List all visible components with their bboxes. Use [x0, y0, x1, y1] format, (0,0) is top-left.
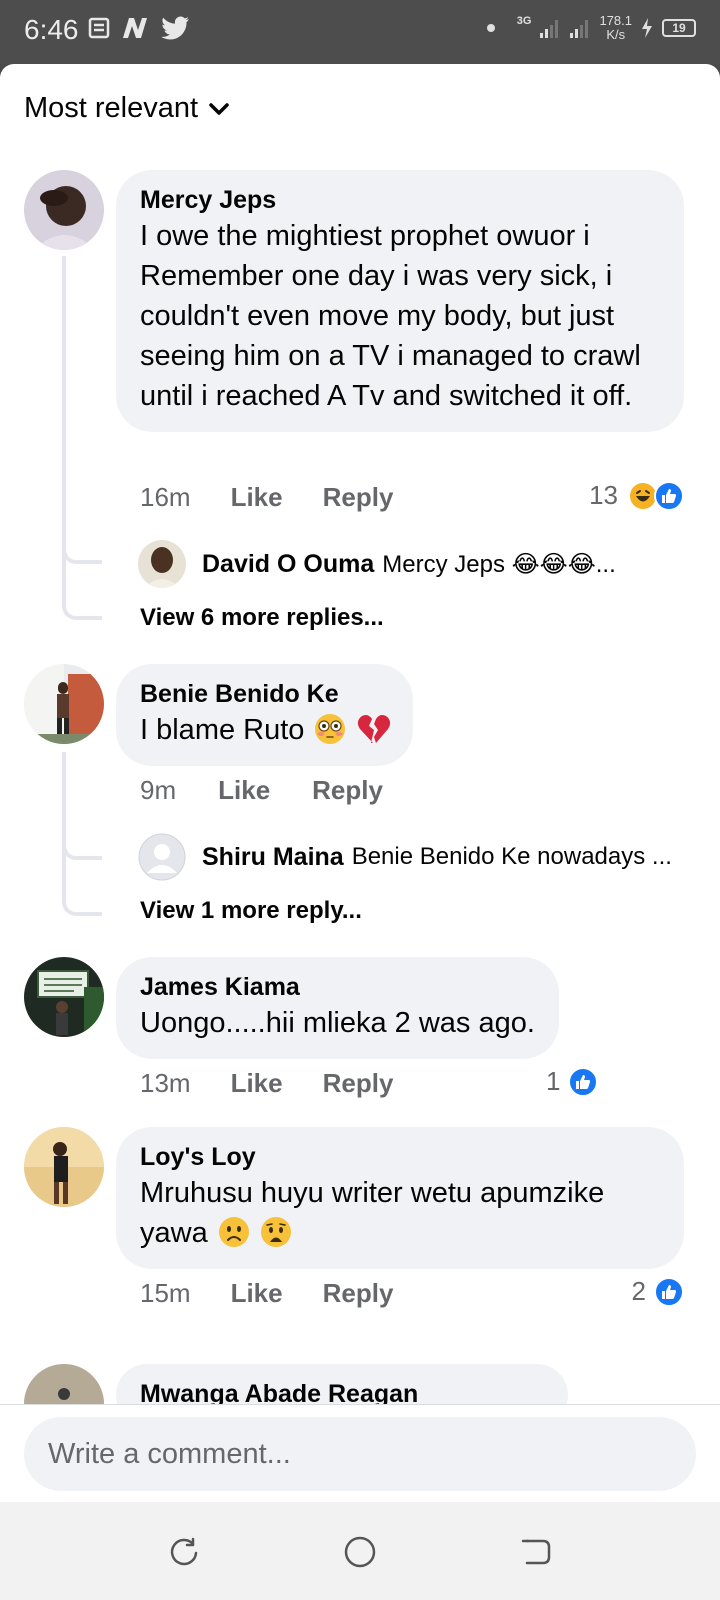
reaction-summary[interactable]: 13 — [589, 480, 684, 511]
reply-button[interactable]: Reply — [323, 1068, 394, 1099]
comment-time[interactable]: 13m — [140, 1068, 191, 1099]
dot-icon — [486, 24, 495, 32]
view-more-replies[interactable]: View 6 more replies... — [140, 604, 384, 632]
avatar[interactable] — [24, 1127, 104, 1207]
reply-author[interactable]: David O Ouma — [202, 550, 374, 579]
avatar[interactable] — [138, 540, 186, 588]
like-button[interactable]: Like — [231, 1278, 283, 1309]
comment-text: I owe the mightiest prophet owuor i Reme… — [140, 220, 641, 412]
avatar[interactable] — [138, 833, 186, 881]
like-button[interactable]: Like — [218, 775, 270, 806]
signal-icon-2 — [570, 20, 589, 38]
system-nav-bar — [0, 1502, 720, 1600]
comment-actions: 15m Like Reply — [140, 1278, 393, 1309]
avatar[interactable] — [24, 170, 104, 250]
avatar[interactable] — [24, 957, 104, 1037]
system-icons: 3G 178.1 K/s 19 — [486, 14, 696, 42]
reply-button[interactable]: Reply — [312, 775, 383, 806]
reaction-count: 13 — [589, 480, 618, 510]
comment-author[interactable]: Benie Benido Ke — [140, 678, 389, 710]
chevron-down-icon — [209, 102, 229, 115]
comments-sheet: Most relevant Mercy Jeps I owe the might… — [0, 64, 720, 1404]
like-button[interactable]: Like — [231, 1068, 283, 1099]
comment-text: Mruhusu huyu writer wetu apumzike yawa — [140, 1177, 605, 1249]
comment-actions: 13m Like Reply — [140, 1068, 393, 1099]
recent-apps-button[interactable] — [164, 1532, 204, 1572]
home-button[interactable] — [340, 1532, 380, 1572]
home-icon — [344, 1536, 376, 1568]
status-bar: 6:46 3G 178.1 K/s 19 — [0, 0, 720, 64]
frowning-face-emoji — [218, 1216, 250, 1248]
comment-text-row: I blame Ruto — [140, 710, 390, 750]
reaction-count: 1 — [546, 1066, 561, 1096]
anguished-face-emoji — [260, 1216, 292, 1248]
like-icon — [654, 480, 684, 511]
comment-time[interactable]: 15m — [140, 1278, 191, 1309]
comment-text: Uongo.....hii mlieka 2 was ago. — [140, 1007, 535, 1039]
reply-button[interactable]: Reply — [323, 482, 394, 513]
flushed-face-emoji — [314, 713, 346, 745]
comment-actions: 16m Like Reply — [140, 482, 393, 513]
back-button[interactable] — [516, 1532, 556, 1572]
reply-preview[interactable]: David O Ouma Mercy Jeps 😂😂😂... — [138, 540, 616, 588]
like-icon — [568, 1066, 599, 1097]
comment-author[interactable]: Mwanga Abade Reagan — [140, 1378, 544, 1404]
comment-bubble: Mwanga Abade Reagan — [116, 1364, 568, 1404]
comment-text: I blame Ruto — [140, 714, 305, 746]
comment-author[interactable]: Loy's Loy — [140, 1141, 660, 1173]
like-button[interactable]: Like — [231, 482, 283, 513]
speed-unit: K/s — [606, 27, 626, 42]
comment-bubble: Mercy Jeps I owe the mightiest prophet o… — [116, 170, 684, 432]
broken-heart-emoji — [357, 713, 390, 745]
view-more-replies[interactable]: View 1 more reply... — [140, 897, 362, 925]
avatar[interactable] — [24, 1364, 104, 1404]
comment-actions: 9m Like Reply — [140, 775, 383, 806]
reaction-summary[interactable]: 2 — [632, 1276, 684, 1307]
speed-value: 178.1 — [599, 13, 632, 28]
reply-preview[interactable]: Shiru Maina Benie Benido Ke nowadays ... — [138, 833, 672, 881]
comment-bubble: James Kiama Uongo.....hii mlieka 2 was a… — [116, 957, 559, 1059]
avatar[interactable] — [24, 664, 104, 744]
comment-bubble: Benie Benido Ke I blame Ruto — [116, 664, 413, 766]
signal-icon — [540, 20, 559, 38]
back-icon — [521, 1539, 551, 1565]
reply-text: Mercy Jeps 😂😂😂... — [382, 550, 616, 578]
recent-apps-icon — [170, 1537, 198, 1566]
reply-author[interactable]: Shiru Maina — [202, 843, 344, 872]
charging-icon — [642, 18, 652, 38]
reply-button[interactable]: Reply — [323, 1278, 394, 1309]
notification-icons — [88, 16, 190, 40]
news-icon — [88, 17, 110, 39]
comment-time[interactable]: 16m — [140, 482, 191, 513]
comment-author[interactable]: James Kiama — [140, 971, 535, 1003]
comment-composer — [0, 1404, 720, 1502]
reaction-count: 2 — [631, 1276, 646, 1306]
sort-dropdown[interactable]: Most relevant — [24, 92, 230, 125]
thread-line — [62, 256, 102, 620]
comment-input[interactable] — [24, 1417, 696, 1491]
battery-icon: 19 — [662, 19, 696, 37]
status-time: 6:46 — [24, 14, 79, 45]
n-app-icon — [123, 18, 147, 38]
like-icon — [654, 1276, 684, 1307]
comment-time[interactable]: 9m — [140, 775, 176, 806]
reaction-summary[interactable]: 1 — [546, 1066, 599, 1097]
reply-text: Benie Benido Ke nowadays ... — [351, 843, 672, 870]
twitter-icon — [161, 16, 189, 40]
comment-text-row: Mruhusu huyu writer wetu apumzike yawa — [140, 1173, 660, 1253]
thread-line — [62, 752, 102, 916]
comment-author[interactable]: Mercy Jeps — [140, 184, 660, 216]
network-speed: 178.1 K/s — [599, 14, 632, 42]
network-type: 3G — [516, 15, 532, 27]
sort-label: Most relevant — [24, 92, 199, 124]
comment-bubble: Loy's Loy Mruhusu huyu writer wetu apumz… — [116, 1127, 684, 1269]
